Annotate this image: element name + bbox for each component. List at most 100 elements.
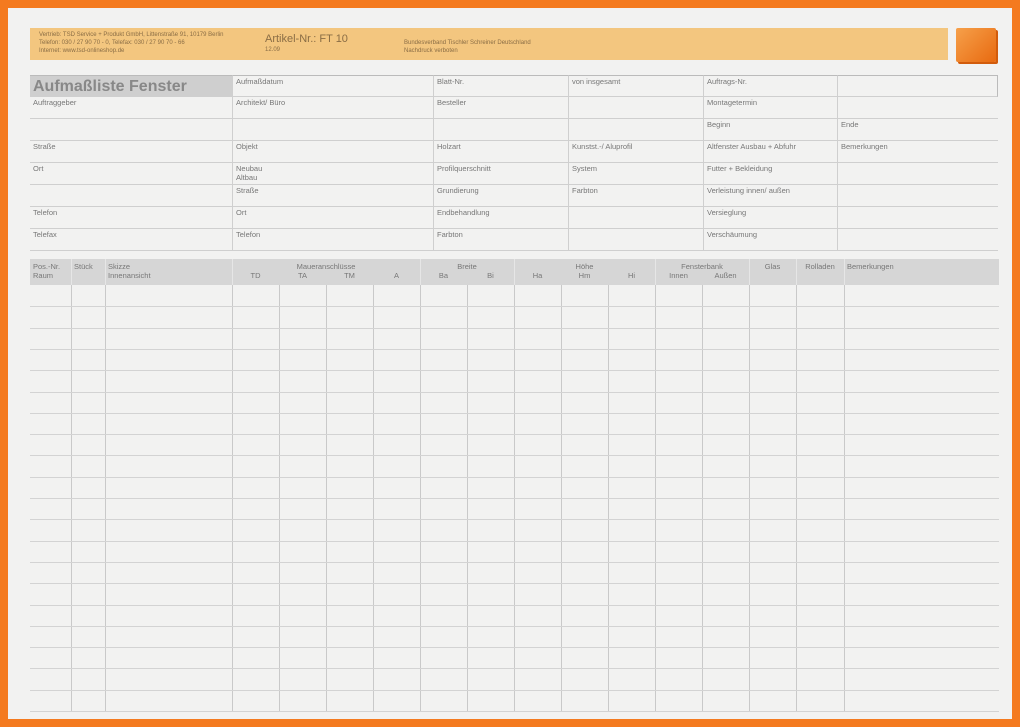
association-name: Bundesverband Tischler Schreiner Deutsch…	[404, 40, 531, 46]
form-field[interactable]: Architekt/ Büro	[232, 97, 433, 119]
column-header: TA	[297, 271, 308, 280]
form-field[interactable]	[568, 119, 703, 141]
table-row[interactable]	[30, 434, 999, 436]
table-row[interactable]	[30, 540, 999, 542]
header-divider	[749, 259, 750, 285]
form-field[interactable]: Telefon	[30, 207, 232, 229]
measurement-table: Pos.-Nr. Raum Stück Skizze Innenansicht TD T…	[30, 259, 999, 712]
article-number: Artikel-Nr.: FT 10	[265, 33, 348, 45]
form-field[interactable]: Versieglung	[703, 207, 837, 229]
form-field[interactable]: Besteller	[433, 97, 568, 119]
header-divider	[420, 259, 421, 285]
form-field[interactable]: Farbton	[433, 229, 568, 251]
header-divider	[796, 259, 797, 285]
header-divider	[105, 259, 106, 285]
header-divider	[232, 259, 233, 285]
form-field[interactable]	[232, 119, 433, 141]
form-page: Vertrieb: TSD Service + Produkt GmbH, Li…	[8, 8, 1012, 719]
form-field[interactable]: Altfenster Ausbau + Abfuhr	[703, 141, 837, 163]
form-field[interactable]: Beginn	[703, 119, 837, 141]
table-row[interactable]	[30, 391, 999, 393]
form-field[interactable]: Straße	[232, 185, 433, 207]
header-band: Vertrieb: TSD Service + Produkt GmbH, Li…	[30, 28, 948, 60]
form-field[interactable]: Grundierung	[433, 185, 568, 207]
table-row[interactable]	[30, 476, 999, 478]
address-line: Telefon: 030 / 27 90 70 - 0, Telefax: 03…	[39, 40, 185, 46]
form-field[interactable]: System	[568, 163, 703, 185]
column-header: Pos.-Nr. Raum	[33, 262, 61, 280]
form-field[interactable]: Holzart	[433, 141, 568, 163]
form-field[interactable]: Telefax	[30, 229, 232, 251]
form-field[interactable]: Auftrags-Nr.	[703, 75, 837, 97]
address-line: Internet: www.tsd-onlineshop.de	[39, 48, 125, 54]
header-divider	[844, 259, 845, 285]
form-field[interactable]: Montagetermin	[703, 97, 837, 119]
column-header: Innen	[669, 271, 688, 280]
column-header: Skizze Innenansicht	[108, 262, 151, 280]
form-field[interactable]: Aufmaßdatum	[232, 75, 433, 97]
table-row[interactable]	[30, 306, 999, 308]
vendor-address: Vertrieb: TSD Service + Produkt GmbH, Li…	[39, 31, 223, 55]
form-field[interactable]: Blatt-Nr.	[433, 75, 568, 97]
form-field[interactable]: Bemerkungen	[837, 141, 998, 163]
form-field[interactable]: Ort	[30, 163, 232, 185]
column-header: TD	[250, 271, 261, 280]
form-field[interactable]	[837, 97, 998, 119]
form-field[interactable]	[837, 75, 998, 97]
form-field[interactable]: Endbehandlung	[433, 207, 568, 229]
column-header: Ha	[532, 271, 543, 280]
form-field[interactable]: Telefon	[232, 229, 433, 251]
table-row[interactable]	[30, 689, 999, 691]
column-header: Außen	[714, 271, 737, 280]
form-field[interactable]	[433, 119, 568, 141]
form-field[interactable]: Verschäumung	[703, 229, 837, 251]
form-field[interactable]: Ort	[232, 207, 433, 229]
header-divider	[71, 259, 72, 285]
header-divider	[514, 259, 515, 285]
table-row[interactable]	[30, 647, 999, 649]
table-row[interactable]	[30, 412, 999, 414]
version: 12.09	[265, 47, 281, 53]
table-row[interactable]	[30, 604, 999, 606]
column-header: Glas	[764, 262, 781, 271]
form-field[interactable]: Objekt	[232, 141, 433, 163]
column-group-header: Breite	[457, 262, 477, 271]
form-field[interactable]: Ende	[837, 119, 998, 141]
form-field[interactable]: Futter + Bekleidung	[703, 163, 837, 185]
column-header: TM	[344, 271, 355, 280]
form-field[interactable]	[30, 119, 232, 141]
form-field[interactable]	[568, 229, 703, 251]
column-header: Rolladen	[805, 262, 835, 271]
form-field[interactable]: Farbton	[568, 185, 703, 207]
form-field[interactable]: Verleistung innen/ außen	[703, 185, 837, 207]
table-row[interactable]	[30, 711, 999, 712]
form-field[interactable]: Auftraggeber	[30, 97, 232, 119]
column-header: Hm	[578, 271, 591, 280]
column-header: Bi	[487, 271, 494, 280]
form-field[interactable]	[30, 185, 232, 207]
table-row[interactable]	[30, 625, 999, 627]
table-row[interactable]	[30, 327, 999, 329]
table-row[interactable]	[30, 498, 999, 499]
form-field[interactable]	[837, 207, 998, 229]
table-row[interactable]	[30, 455, 999, 457]
form-field[interactable]: Straße	[30, 141, 232, 163]
form-field[interactable]	[568, 97, 703, 119]
address-line: Vertrieb: TSD Service + Produkt GmbH, Li…	[39, 32, 224, 38]
association: Bundesverband Tischler Schreiner Deutsch…	[404, 39, 531, 55]
page-title: Aufmaßliste Fenster	[30, 75, 232, 97]
form-field[interactable]	[837, 163, 998, 185]
table-row[interactable]	[30, 519, 999, 521]
form-field[interactable]	[568, 207, 703, 229]
table-row[interactable]	[30, 370, 999, 372]
form-field[interactable]: von insgesamt	[568, 75, 703, 97]
form-field[interactable]: Neubau Altbau	[232, 163, 433, 185]
table-row[interactable]	[30, 583, 999, 585]
form-field[interactable]	[837, 229, 998, 251]
form-field[interactable]: Profilquerschnitt	[433, 163, 568, 185]
table-row[interactable]	[30, 561, 999, 563]
table-row[interactable]	[30, 668, 999, 670]
form-field[interactable]: Kunstst.-/ Aluprofil	[568, 141, 703, 163]
table-row[interactable]	[30, 348, 999, 350]
form-field[interactable]	[837, 185, 998, 207]
